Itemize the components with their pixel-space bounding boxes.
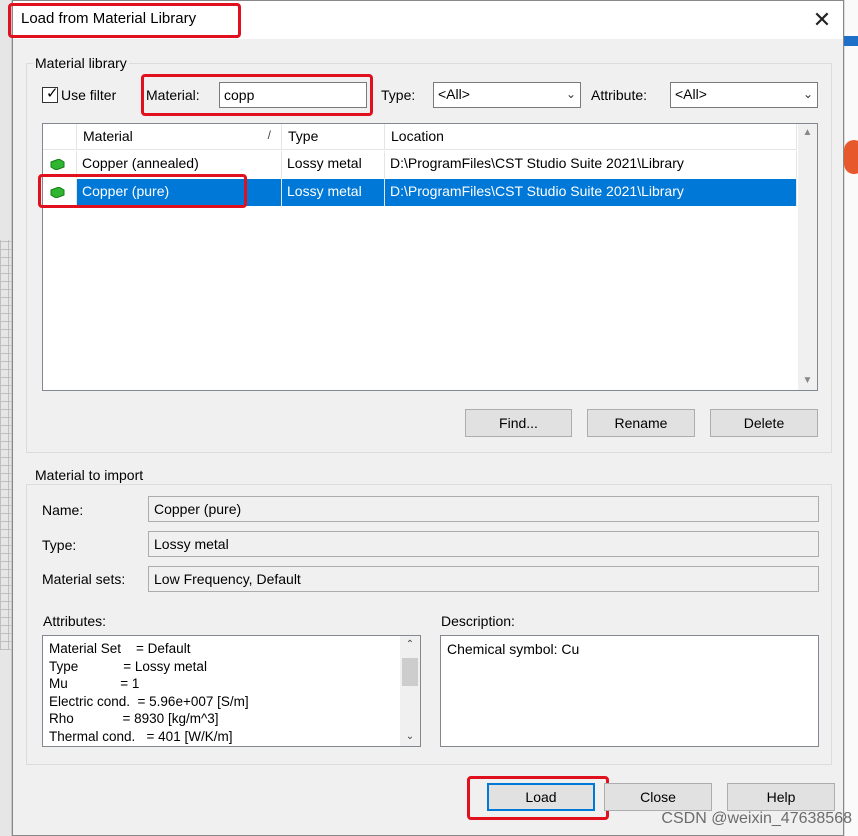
material-sets-field: Low Frequency, Default: [148, 566, 819, 592]
attribute-line: Material Set = Default: [49, 641, 191, 656]
scroll-up-icon[interactable]: ⌃: [400, 636, 420, 654]
material-icon: [50, 187, 65, 198]
attribute-line: Type = Lossy metal: [49, 658, 207, 674]
scroll-down-icon[interactable]: ▼: [798, 372, 817, 390]
column-header-icon: [43, 124, 77, 150]
list-scrollbar[interactable]: ▲ ▼: [798, 124, 817, 390]
watermark: CSDN @weixin_47638568: [661, 810, 852, 827]
attribute-filter-label: Attribute:: [591, 87, 648, 103]
table-row-selected[interactable]: Copper (pure) Lossy metal D:\ProgramFile…: [43, 179, 797, 206]
column-header-material[interactable]: Material /: [77, 124, 282, 150]
attribute-line: Thermal cond. = 401 [W/K/m]: [49, 728, 233, 744]
table-row[interactable]: Copper (annealed) Lossy metal D:\Program…: [43, 151, 797, 178]
type-label: Type:: [42, 537, 77, 553]
rename-button[interactable]: Rename: [587, 409, 695, 437]
close-button[interactable]: Close: [604, 783, 712, 811]
help-button[interactable]: Help: [727, 783, 835, 811]
title-bar: Load from Material Library ✕: [13, 1, 843, 39]
attribute-line: Mu = 1: [49, 676, 140, 691]
scrollbar-thumb[interactable]: [402, 658, 418, 686]
material-list[interactable]: Material / Type Location Copper (anneale…: [42, 123, 818, 391]
description-box[interactable]: Chemical symbol: Cu: [440, 635, 819, 747]
attribute-filter-select[interactable]: <All> ⌄: [670, 82, 818, 108]
attribute-line: Rho = 8930 [kg/m^3]: [49, 711, 219, 726]
type-filter-label: Type:: [381, 87, 416, 103]
background-accent: [844, 36, 858, 46]
column-header-type[interactable]: Type: [282, 124, 385, 150]
close-icon[interactable]: ✕: [809, 7, 835, 33]
background-app-right: [844, 0, 858, 836]
material-filter-input[interactable]: copp: [219, 82, 367, 108]
row-icon-cell: [43, 151, 77, 178]
attributes-scrollbar[interactable]: ⌃ ⌄: [400, 636, 420, 746]
background-badge: [844, 140, 858, 174]
checkmark-icon: ✓: [46, 85, 59, 102]
material-filter-label: Material:: [146, 87, 200, 103]
find-button[interactable]: Find...: [465, 409, 572, 437]
scroll-up-icon[interactable]: ▲: [798, 124, 817, 142]
description-text: Chemical symbol: Cu: [447, 641, 580, 657]
use-filter-checkbox[interactable]: ✓: [42, 85, 59, 103]
row-material: Copper (annealed): [77, 151, 282, 178]
material-icon: [50, 159, 65, 170]
sort-icon: /: [267, 128, 271, 142]
type-filter-select[interactable]: <All> ⌄: [433, 82, 581, 108]
delete-button[interactable]: Delete: [710, 409, 818, 437]
chevron-down-icon: ⌄: [802, 87, 813, 101]
background-grid: [0, 240, 11, 650]
name-label: Name:: [42, 502, 84, 518]
material-library-label: Material library: [33, 55, 129, 71]
row-icon-cell: [43, 179, 77, 206]
dialog-title: Load from Material Library: [21, 10, 197, 27]
use-filter-label: Use filter: [61, 87, 117, 103]
chevron-down-icon: ⌄: [565, 87, 576, 101]
attribute-line: Electric cond. = 5.96e+007 [S/m]: [49, 693, 249, 709]
type-field: Lossy metal: [148, 531, 819, 557]
scroll-down-icon[interactable]: ⌄: [400, 728, 420, 746]
row-material: Copper (pure): [77, 179, 282, 206]
row-type: Lossy metal: [282, 179, 385, 206]
background-app-left: [0, 0, 12, 836]
column-header-material-label: Material: [83, 128, 133, 144]
row-location: D:\ProgramFiles\CST Studio Suite 2021\Li…: [385, 179, 797, 206]
material-import-label: Material to import: [33, 467, 146, 483]
load-material-dialog: Load from Material Library ✕ Material li…: [8, 0, 844, 836]
attributes-label: Attributes:: [43, 613, 107, 629]
row-location: D:\ProgramFiles\CST Studio Suite 2021\Li…: [385, 151, 797, 178]
column-header-location[interactable]: Location: [385, 124, 797, 150]
material-sets-label: Material sets:: [42, 571, 126, 587]
load-button[interactable]: Load: [487, 783, 595, 811]
description-label: Description:: [441, 613, 515, 629]
type-filter-value: <All>: [438, 86, 470, 102]
attributes-box[interactable]: Material Set = Default Type = Lossy meta…: [42, 635, 421, 747]
row-type: Lossy metal: [282, 151, 385, 178]
name-field: Copper (pure): [148, 496, 819, 522]
attribute-filter-value: <All>: [675, 86, 707, 102]
